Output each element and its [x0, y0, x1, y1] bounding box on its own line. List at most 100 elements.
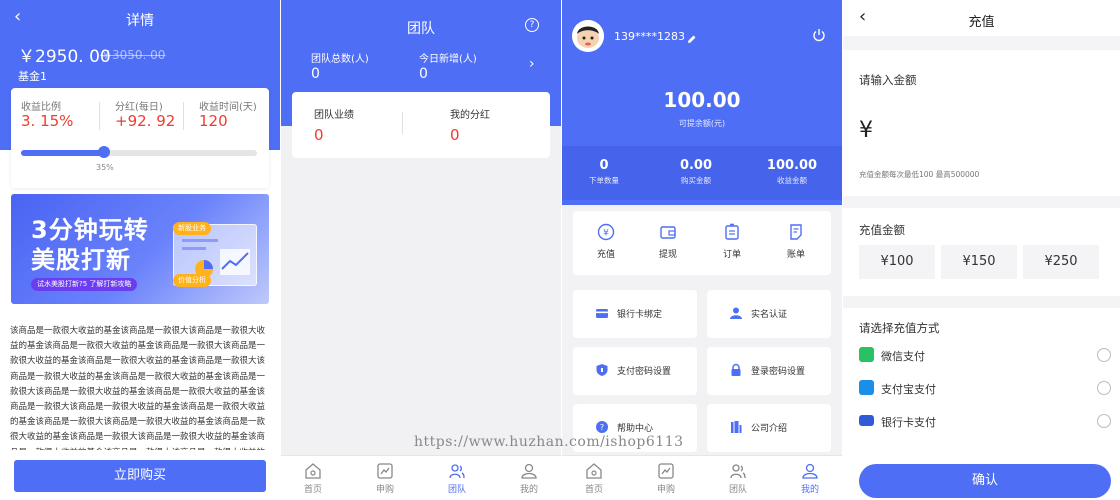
radio-button[interactable]	[1097, 348, 1111, 362]
payment-label: 支付宝支付	[881, 383, 936, 396]
quick-withdraw[interactable]: 提现	[643, 223, 693, 260]
purchase-amount-stat: 0.00 购买金额	[666, 158, 726, 186]
progress-label: 35%	[96, 163, 114, 172]
section-gap	[843, 196, 1120, 208]
confirm-button[interactable]: 确认	[859, 464, 1111, 498]
menu-login-password[interactable]: 登录密码设置	[707, 347, 831, 395]
tab-team[interactable]: 团队	[718, 462, 758, 495]
detail-screen: ‹ 详情 ￥2950. 00 ￥3050. 00 基金1 收益比例 3. 15%…	[0, 0, 280, 500]
menu-company-intro[interactable]: 公司介绍	[707, 404, 831, 452]
banner-line2: 美股打新	[31, 246, 131, 274]
stat-label: 下单数量	[589, 176, 619, 185]
menu-label: 公司介绍	[751, 424, 788, 434]
chevron-right-icon[interactable]: ›	[529, 56, 535, 72]
menu-label: 银行卡绑定	[617, 310, 663, 320]
menu-real-name[interactable]: 实名认证	[707, 290, 831, 338]
tab-label: 申购	[375, 485, 394, 495]
tab-home[interactable]: 首页	[293, 462, 333, 495]
page-title: 充值	[968, 15, 995, 30]
recharge-amount-label: 充值金额	[859, 223, 905, 237]
bill-icon	[790, 224, 802, 240]
stat-value: 3. 15%	[21, 112, 74, 130]
quick-label: 订单	[722, 250, 741, 260]
lock-icon	[731, 363, 741, 376]
quick-recharge[interactable]: ¥ 充值	[581, 223, 631, 260]
power-icon[interactable]	[812, 28, 826, 42]
menu-bank-card[interactable]: 银行卡绑定	[573, 290, 697, 338]
section-gap	[843, 296, 1120, 308]
payment-bank-card[interactable]: 银行卡支付	[859, 411, 1111, 431]
alipay-icon	[859, 380, 874, 395]
team-total-label: 团队总数(人)	[311, 54, 369, 65]
shield-icon	[596, 364, 608, 376]
stat-value: 100.00	[766, 158, 818, 173]
bank-card-icon	[859, 415, 874, 426]
tab-subscribe[interactable]: 申购	[646, 462, 686, 495]
question-circle-icon[interactable]: ?	[525, 18, 539, 32]
help-icon: ?	[596, 421, 608, 433]
quick-label: 充值	[596, 250, 615, 260]
tab-label: 团队	[728, 485, 747, 495]
tab-label: 首页	[303, 485, 322, 495]
id-user-icon	[730, 307, 742, 319]
stat-label: 收益金额	[777, 176, 807, 185]
stat-value: 0	[599, 158, 609, 173]
amount-option[interactable]: ¥250	[1023, 245, 1099, 279]
tab-team[interactable]: 团队	[437, 462, 477, 495]
bank-card-icon	[596, 309, 608, 318]
stat-value: 120	[199, 112, 228, 130]
home-icon	[305, 463, 321, 479]
progress-fill	[21, 150, 104, 156]
wallet-icon	[660, 226, 676, 239]
current-price: ￥2950. 00	[18, 47, 111, 67]
quick-bills[interactable]: 账单	[771, 223, 821, 260]
payment-alipay[interactable]: 支付宝支付	[859, 378, 1111, 398]
tab-home[interactable]: 首页	[574, 462, 614, 495]
tab-mine[interactable]: 我的	[790, 462, 830, 495]
pencil-icon[interactable]	[686, 30, 697, 49]
pencil-icon-glyph	[688, 35, 696, 43]
radio-button[interactable]	[1097, 381, 1111, 395]
chart-icon	[377, 463, 393, 479]
menu-label: 支付密码设置	[617, 367, 672, 377]
divider	[402, 112, 403, 134]
available-balance-label: 可提余额(元)	[678, 119, 726, 128]
payment-wechat[interactable]: 微信支付	[859, 345, 1111, 365]
stats-card: 收益比例 3. 15% 分红(每日) +92. 92 收益时间(天) 120 3…	[11, 88, 269, 188]
home-icon	[586, 463, 602, 479]
radio-button[interactable]	[1097, 414, 1111, 428]
tab-subscribe[interactable]: 申购	[365, 462, 405, 495]
amount-input-label: 请输入金额	[859, 73, 917, 87]
promo-banner[interactable]: 3分钟玩转 美股打新 试水美股打新?5 了解打新攻略 新股业务 价值分析	[11, 194, 269, 304]
team-total-value: 0	[311, 66, 320, 82]
wechat-icon	[859, 347, 874, 362]
amount-input[interactable]: ¥	[859, 118, 873, 143]
stat-label: 分红(每日)	[115, 102, 163, 113]
avatar-icon	[572, 20, 604, 52]
performance-label: 团队业绩	[314, 110, 354, 121]
amount-option[interactable]: ¥100	[859, 245, 935, 279]
team-screen: 团队 ? 团队总数(人) 0 今日新增(人) 0 › 团队业绩 0 我的分红 0…	[281, 0, 561, 500]
banner-pill: 新股业务	[173, 222, 211, 235]
app-screens: ‹ 详情 ￥2950. 00 ￥3050. 00 基金1 收益比例 3. 15%…	[0, 0, 1120, 500]
user-icon	[802, 463, 818, 479]
divider	[99, 102, 100, 130]
dividend-label: 我的分红	[450, 110, 490, 121]
quick-orders[interactable]: 订单	[707, 223, 757, 260]
menu-pay-password[interactable]: 支付密码设置	[573, 347, 697, 395]
tab-bar: 首页 申购 团队 我的	[562, 455, 842, 500]
stat-label: 收益时间(天)	[199, 102, 257, 113]
tab-label: 我的	[800, 485, 819, 495]
quick-label: 提现	[658, 250, 677, 260]
tab-mine[interactable]: 我的	[509, 462, 549, 495]
avatar[interactable]	[572, 20, 604, 52]
user-phone: 139****1283	[614, 30, 685, 43]
tab-label: 我的	[519, 485, 538, 495]
tab-label: 团队	[447, 485, 466, 495]
svg-text:¥: ¥	[603, 229, 609, 239]
amount-option[interactable]: ¥150	[941, 245, 1017, 279]
dividend-value: 0	[450, 126, 460, 144]
available-balance: 100.00	[663, 88, 741, 112]
buy-now-button[interactable]: 立即购买	[14, 460, 266, 492]
svg-text:?: ?	[600, 423, 604, 432]
